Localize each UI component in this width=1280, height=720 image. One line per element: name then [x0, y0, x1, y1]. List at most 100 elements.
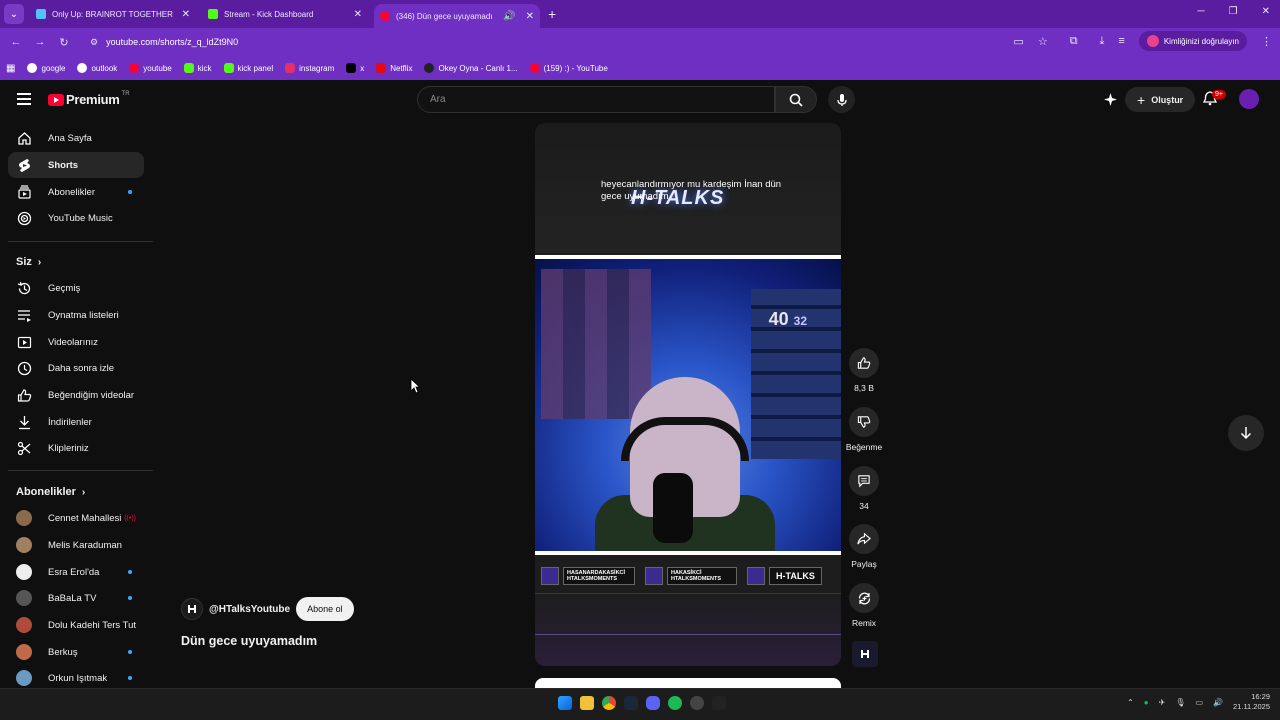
account-avatar[interactable]	[1239, 89, 1259, 109]
chrome-icon[interactable]	[602, 696, 616, 710]
downloads-icon[interactable]: ⤓	[1100, 35, 1105, 48]
channel-name[interactable]: @HTalksYoutube	[209, 604, 290, 615]
shorts-video-player[interactable]: H-TALKS heyecanlandırmıyor mu kardeşim İ…	[535, 123, 841, 666]
heading-label: Siz	[16, 256, 32, 268]
remix-icon	[858, 592, 870, 604]
channel-avatar[interactable]	[181, 598, 203, 620]
sidebar-item-downloads[interactable]: İndirilenler	[8, 409, 144, 435]
sidebar-item-subscriptions[interactable]: Abonelikler	[8, 179, 144, 205]
sidebar-item-youtube-music[interactable]: YouTube Music	[8, 205, 144, 231]
bookmark-kick[interactable]: kick	[183, 63, 212, 73]
ai-sparkle-icon[interactable]	[1103, 92, 1118, 107]
file-explorer-icon[interactable]	[580, 696, 594, 710]
windows-start-icon[interactable]	[558, 696, 572, 710]
wall-posters	[541, 269, 651, 419]
sidebar-subscription[interactable]: Esra Erol'da	[8, 559, 144, 585]
sidebar-item-shorts[interactable]: Shorts	[8, 152, 144, 178]
sidebar-subscription[interactable]: Cennet Mahallesi ((•))	[8, 505, 144, 531]
tray-network-icon[interactable]: ▭	[1195, 698, 1203, 707]
comments-button[interactable]: 34	[849, 466, 879, 511]
sidebar-item-playlists[interactable]: Oynatma listeleri	[8, 302, 144, 328]
bookmark-instagram[interactable]: instagram	[285, 63, 334, 73]
browser-tab[interactable]: Only Up: BRAINROT TOGETHER ✕	[30, 2, 196, 26]
spotify-icon[interactable]	[668, 696, 682, 710]
subscribe-button[interactable]: Abone ol	[296, 597, 354, 621]
sidebar-item-liked-videos[interactable]: Beğendiğim videolar	[8, 382, 144, 408]
browser-menu-icon[interactable]: ⋮	[1261, 35, 1272, 48]
browser-tab-active[interactable]: (346) Dün gece uyuyamadı 🔊 ✕	[374, 4, 540, 28]
sidebar-subscription[interactable]: Melis Karaduman	[8, 532, 144, 558]
bookmark-kick-panel[interactable]: kick panel	[223, 63, 273, 73]
tab-search-button[interactable]: ⌄	[4, 4, 24, 24]
bookmark-netflix[interactable]: Netflix	[376, 63, 412, 73]
cast-icon[interactable]: ▭	[1013, 35, 1023, 48]
app-icon[interactable]	[690, 696, 704, 710]
browser-tab[interactable]: Stream - Kick Dashboard ✕	[202, 2, 368, 26]
sidebar-you-heading[interactable]: Siz ›	[16, 256, 41, 268]
new-tab-icon[interactable]: +	[548, 6, 556, 22]
extensions-icon[interactable]: ⧉	[1070, 35, 1078, 48]
close-tab-icon[interactable]: ✕	[354, 9, 362, 20]
remix-button[interactable]: Remix	[849, 583, 879, 628]
minimize-icon[interactable]: ─	[1198, 6, 1205, 17]
reading-list-icon[interactable]: ≡	[1118, 35, 1124, 47]
vpn-icon[interactable]	[712, 696, 726, 710]
search-button[interactable]	[775, 86, 817, 113]
sidebar-subscription[interactable]: Dolu Kadehi Ters Tut	[8, 612, 144, 638]
youtube-premium-logo[interactable]: Premium TR	[48, 90, 130, 107]
sidebar-item-history[interactable]: Geçmiş	[8, 275, 144, 301]
reload-icon[interactable]: ↻	[52, 36, 76, 49]
url-field[interactable]: ⚙ youtube.com/shorts/z_q_ldZt9N0	[82, 31, 962, 53]
sidebar-subscription[interactable]: BaBaLa TV	[8, 585, 144, 611]
logo-region: TR	[121, 90, 130, 97]
bookmark-x[interactable]: x	[346, 63, 364, 73]
back-icon[interactable]: ←	[4, 36, 28, 48]
guide-menu-icon[interactable]	[17, 93, 31, 108]
forward-icon[interactable]: →	[28, 36, 52, 48]
comments-circle	[849, 466, 879, 496]
tray-steam-icon[interactable]: ✈	[1159, 698, 1166, 707]
jersey-right: 32	[793, 314, 807, 328]
tray-app-icon[interactable]: ●	[1144, 698, 1149, 707]
tray-volume-icon[interactable]: 🔊	[1213, 698, 1223, 707]
search-icon	[789, 93, 803, 107]
verify-identity-button[interactable]: Kimliğinizi doğrulayın	[1138, 31, 1247, 51]
chevron-right-icon: ›	[81, 486, 86, 498]
sidebar-item-home[interactable]: Ana Sayfa	[8, 125, 144, 151]
sound-channel-thumbnail[interactable]	[852, 641, 878, 667]
tray-chevron-icon[interactable]: ⌃	[1127, 698, 1134, 707]
sidebar-item-watch-later[interactable]: Daha sonra izle	[8, 355, 144, 381]
social-handle: HAKASİKCİ HTALKSMOMENTS	[667, 567, 737, 585]
sidebar-divider	[8, 241, 153, 242]
close-window-icon[interactable]: ✕	[1262, 6, 1270, 17]
site-info-icon[interactable]: ⚙	[90, 37, 98, 48]
bookmark-google[interactable]: google	[27, 63, 65, 73]
tray-mic-icon[interactable]: 🎙	[1175, 698, 1185, 707]
sidebar-item-clips[interactable]: Klipleriniz	[8, 435, 144, 461]
apps-grid-icon[interactable]: ▦	[6, 63, 15, 74]
close-tab-icon[interactable]: ✕	[182, 9, 190, 20]
sidebar-item-label: Videolarınız	[48, 336, 98, 348]
voice-search-button[interactable]	[828, 86, 855, 113]
bookmark-outlook[interactable]: outlook	[77, 63, 117, 73]
bookmark-youtube-2[interactable]: (159) :) - YouTube	[529, 63, 608, 73]
bookmark-youtube[interactable]: youtube	[129, 63, 172, 73]
discord-icon[interactable]	[646, 696, 660, 710]
steam-icon[interactable]	[624, 696, 638, 710]
dislike-button[interactable]: Beğenme	[846, 407, 882, 452]
close-tab-icon[interactable]: ✕	[526, 11, 534, 22]
share-button[interactable]: Paylaş	[849, 524, 879, 569]
next-short-button[interactable]	[1228, 415, 1264, 451]
like-button[interactable]: 8,3 B	[849, 348, 879, 393]
taskbar-clock[interactable]: 16:29 21.11.2025	[1233, 692, 1270, 712]
sidebar-item-your-videos[interactable]: Videolarınız	[8, 329, 144, 355]
bookmark-star-icon[interactable]: ☆	[1038, 35, 1048, 48]
speaker-icon[interactable]: 🔊	[503, 11, 515, 22]
search-input[interactable]: Ara	[417, 86, 775, 113]
like-circle	[849, 348, 879, 378]
create-button[interactable]: + Oluştur	[1125, 87, 1196, 112]
restore-icon[interactable]: ❐	[1229, 6, 1238, 17]
sidebar-subscriptions-heading[interactable]: Abonelikler ›	[16, 486, 85, 498]
sidebar-subscription[interactable]: Berkuş	[8, 639, 144, 665]
bookmark-okey[interactable]: Okey Oyna - Canlı 1...	[424, 63, 518, 73]
